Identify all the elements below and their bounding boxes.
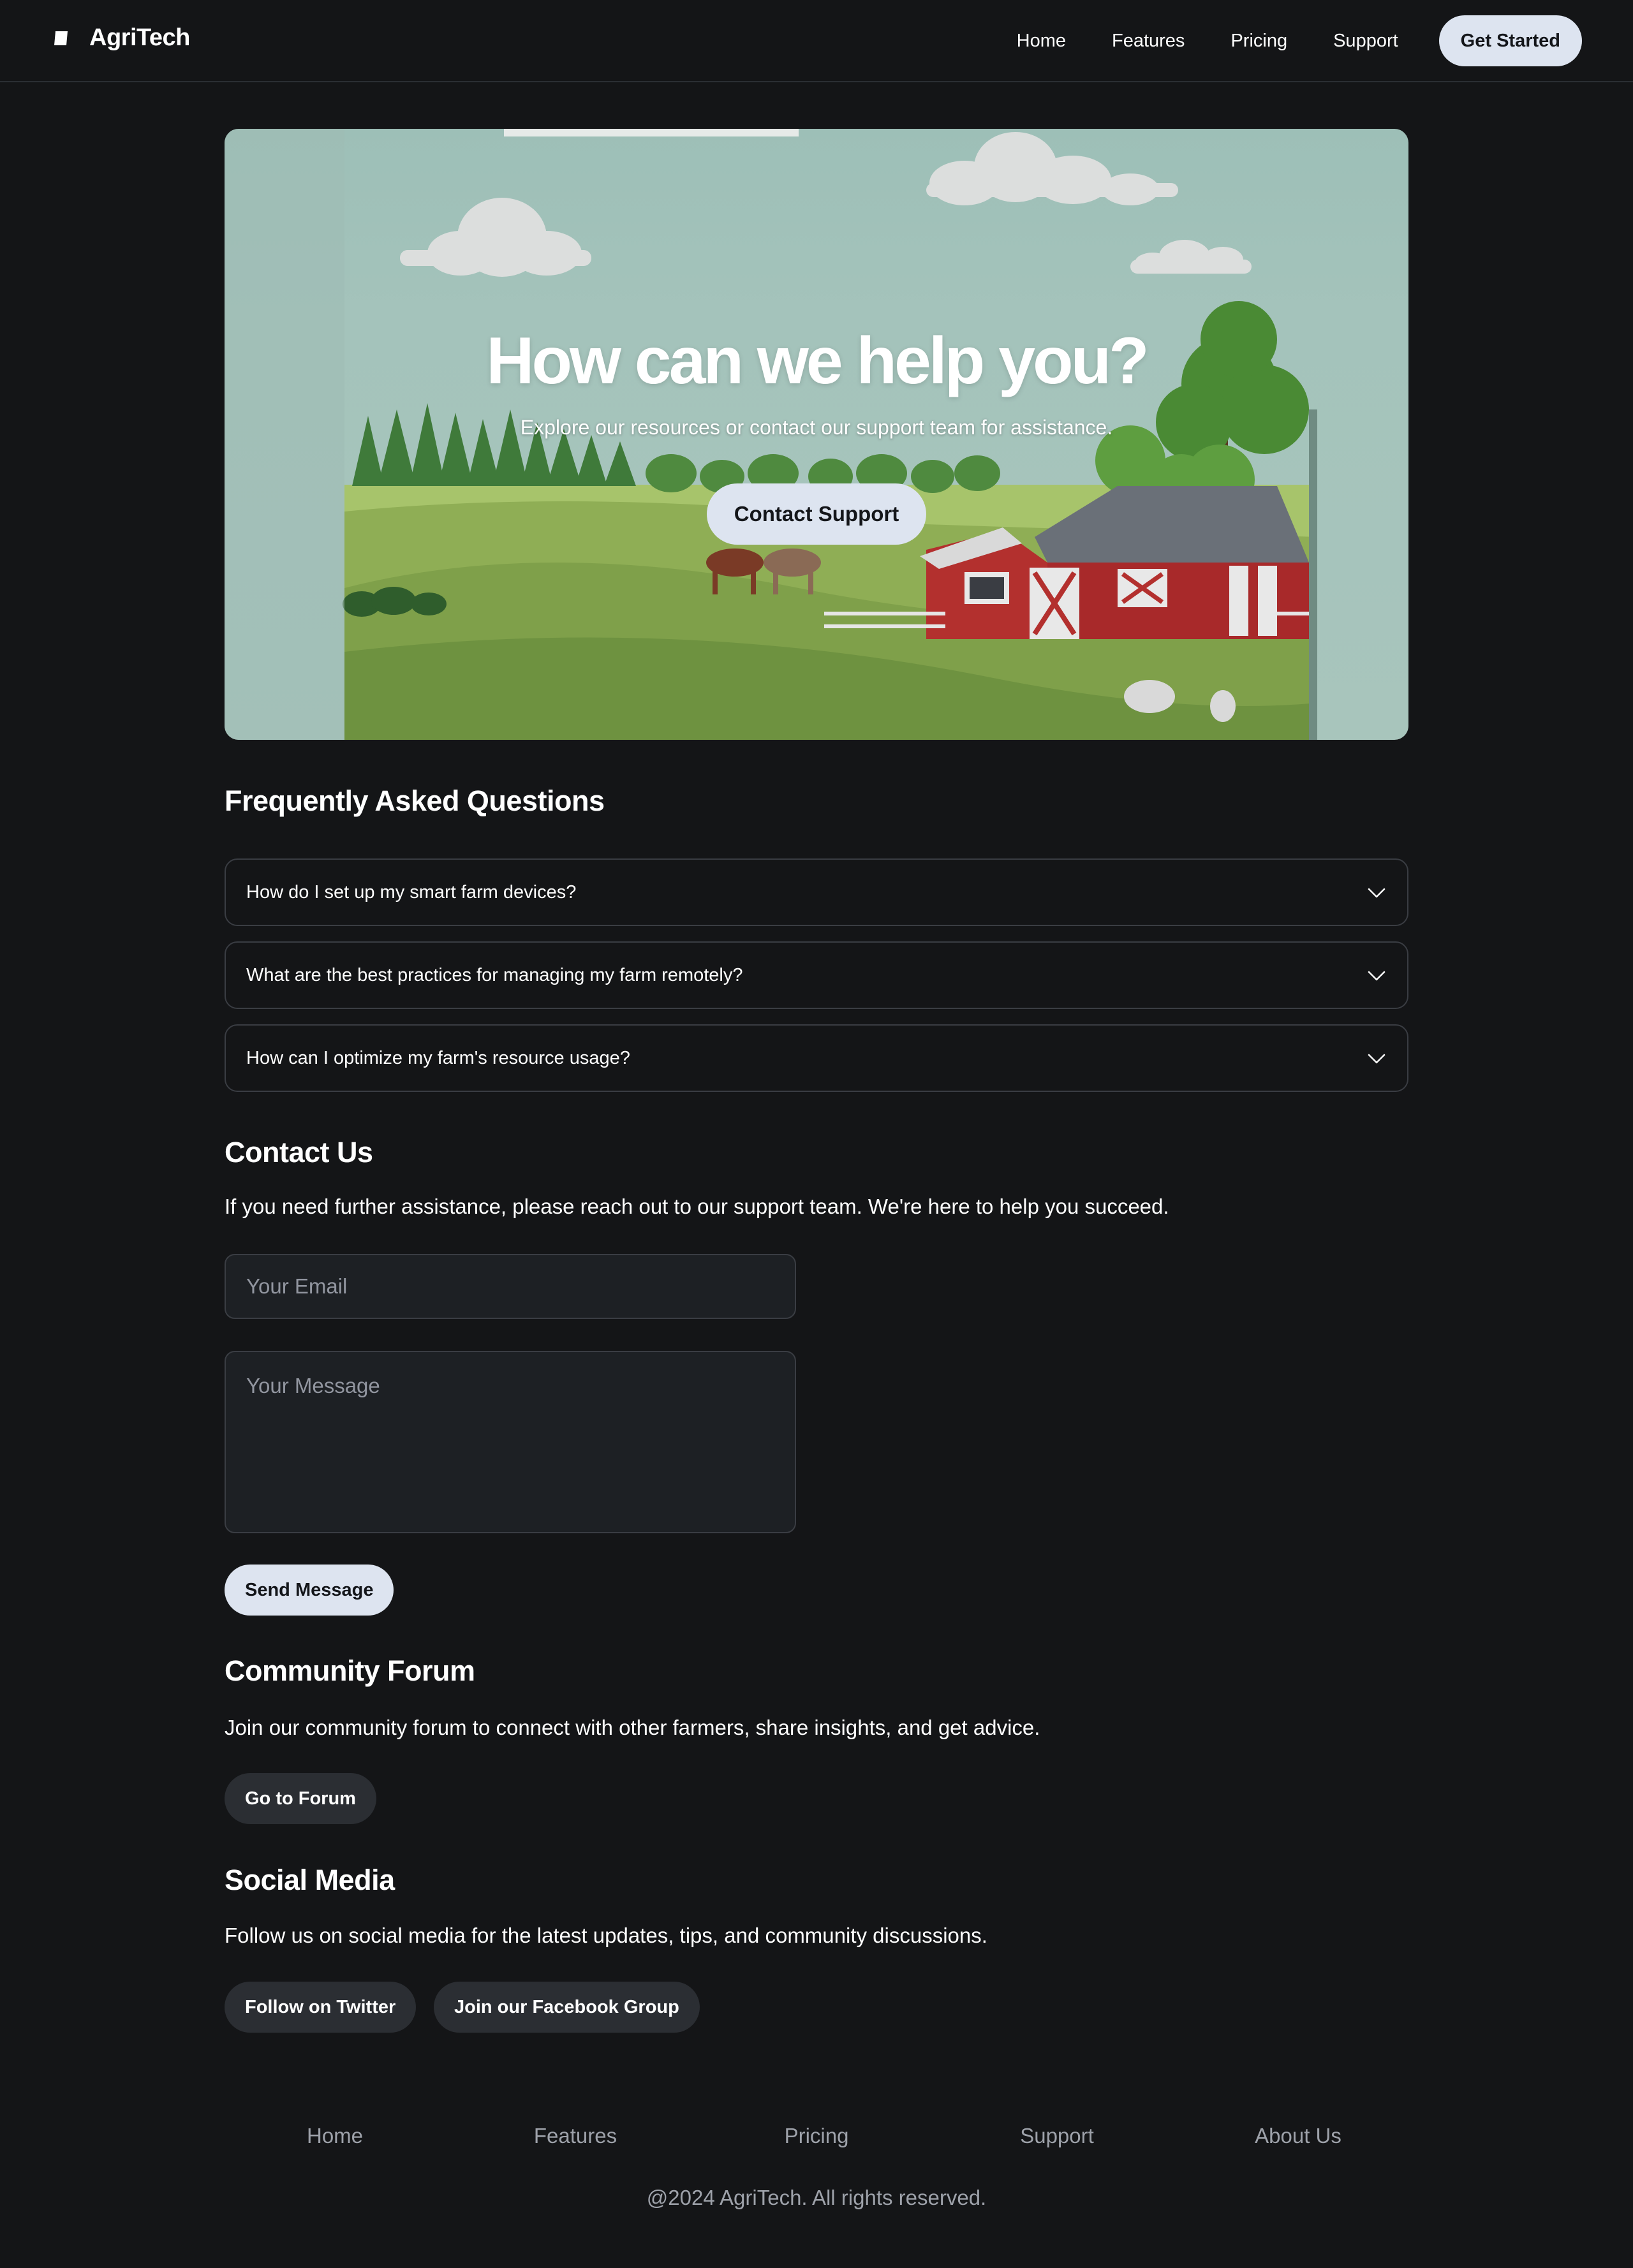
hero-subtitle: Explore our resources or contact our sup…: [520, 416, 1113, 439]
hero-banner: How can we help you? Explore our resourc…: [225, 129, 1408, 740]
chevron-down-icon: [1368, 1054, 1385, 1064]
nav-link-support[interactable]: Support: [1333, 31, 1398, 52]
footer-link-pricing[interactable]: Pricing: [785, 2124, 849, 2148]
send-message-button[interactable]: Send Message: [225, 1565, 394, 1616]
faq-item-setup[interactable]: How do I set up my smart farm devices?: [225, 858, 1408, 926]
footer-link-about-us[interactable]: About Us: [1255, 2124, 1341, 2148]
nav-link-pricing[interactable]: Pricing: [1230, 31, 1287, 52]
copyright: @2024 AgriTech. All rights reserved.: [646, 2186, 987, 2209]
chevron-down-icon: [1368, 971, 1385, 981]
get-started-button[interactable]: Get Started: [1438, 15, 1582, 66]
hero-title: How can we help you?: [486, 324, 1149, 398]
social-title: Social Media: [225, 1864, 395, 1896]
email-field[interactable]: [225, 1254, 796, 1319]
contact-title: Contact Us: [225, 1136, 373, 1168]
nav-link-home[interactable]: Home: [1017, 31, 1066, 52]
follow-twitter-button[interactable]: Follow on Twitter: [225, 1982, 417, 2033]
faq-item-remote[interactable]: What are the best practices for managing…: [225, 941, 1408, 1009]
message-field[interactable]: [225, 1351, 796, 1533]
footer-link-support[interactable]: Support: [1020, 2124, 1094, 2148]
faq-question: How do I set up my smart farm devices?: [246, 881, 577, 902]
nav-link-features[interactable]: Features: [1112, 31, 1185, 52]
footer-link-home[interactable]: Home: [307, 2124, 363, 2148]
contact-text: If you need further assistance, please r…: [225, 1195, 1169, 1218]
faq-title: Frequently Asked Questions: [225, 784, 605, 817]
forum-title: Community Forum: [225, 1654, 475, 1687]
chevron-down-icon: [1368, 888, 1385, 898]
top-navigation-bar: AgriTech Home Features Pricing Support G…: [0, 0, 1633, 82]
main-nav: Home Features Pricing Support Get Starte…: [1017, 15, 1582, 66]
go-to-forum-button[interactable]: Go to Forum: [225, 1773, 376, 1824]
contact-support-button[interactable]: Contact Support: [707, 483, 926, 545]
brand[interactable]: AgriTech: [51, 24, 190, 52]
footer-links: Home Features Pricing Support About Us: [0, 2124, 1633, 2156]
footer-link-features[interactable]: Features: [534, 2124, 617, 2148]
main-content: How can we help you? Explore our resourc…: [225, 129, 1408, 2033]
faq-question: How can I optimize my farm's resource us…: [246, 1047, 630, 1068]
join-facebook-group-button[interactable]: Join our Facebook Group: [434, 1982, 700, 2033]
social-text: Follow us on social media for the latest…: [225, 1924, 987, 1947]
faq-item-resources[interactable]: How can I optimize my farm's resource us…: [225, 1024, 1408, 1092]
faq-question: What are the best practices for managing…: [246, 964, 743, 985]
brand-name: AgriTech: [89, 24, 190, 51]
forum-text: Join our community forum to connect with…: [225, 1716, 1040, 1739]
book-logo-icon: [53, 31, 68, 45]
